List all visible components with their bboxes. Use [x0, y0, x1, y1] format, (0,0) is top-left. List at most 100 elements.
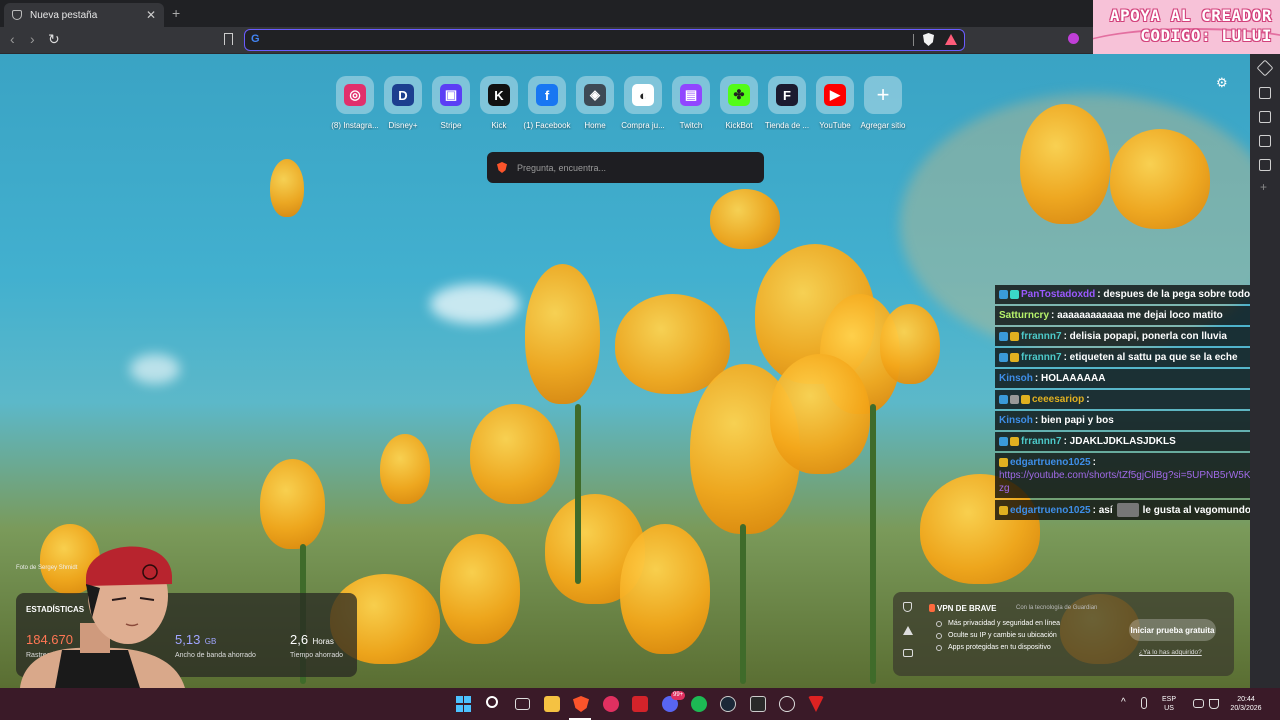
top-site-icon-tile[interactable]: ▤ — [672, 76, 710, 114]
shield-icon[interactable] — [903, 602, 912, 612]
chat-message-text: : HOLAAAAAA — [1034, 373, 1106, 384]
chat-message: edgartrueno1025: así le gusta al vagomund… — [995, 500, 1280, 520]
tab-nueva-pestana[interactable]: Nueva pestaña ✕ — [4, 3, 164, 27]
vpn-powered-by: Con la tecnología de Guardian — [1016, 605, 1098, 611]
region-code: US — [1164, 705, 1174, 712]
top-site-icon-tile[interactable]: ◎ — [336, 76, 374, 114]
chat-username: frrannn7 — [1021, 436, 1062, 447]
epic-games-icon[interactable] — [750, 696, 766, 712]
top-site-tile[interactable]: f (1) Facebook — [523, 76, 571, 130]
top-site-tile[interactable]: ▣ Stripe — [430, 76, 472, 130]
start-trial-button[interactable]: Iniciar prueba gratuita — [1129, 619, 1216, 641]
chat-link[interactable]: https://youtube.com/shorts/tZf5gjCilBg?s… — [999, 470, 1272, 494]
already-purchased-link[interactable]: ¿Ya lo has adquirido? — [1139, 649, 1202, 656]
add-sidebar-item-icon[interactable]: + — [1260, 180, 1267, 194]
media-icon[interactable] — [1259, 87, 1271, 99]
search-input[interactable] — [517, 162, 747, 173]
extension-icon[interactable] — [1068, 33, 1079, 44]
windows-start-icon[interactable] — [456, 696, 471, 712]
address-separator — [913, 34, 914, 46]
home-icon: ◈ — [584, 84, 606, 106]
blur-flower-white — [130, 354, 180, 384]
adobe-icon[interactable] — [632, 696, 648, 712]
top-site-icon-tile[interactable]: ✤ — [720, 76, 758, 114]
top-site-tile[interactable]: ◎ (8) Instagra... — [331, 76, 379, 130]
brave-shields-icon[interactable] — [923, 33, 934, 46]
customize-gear-icon[interactable]: ⚙ — [1216, 75, 1228, 91]
top-site-tile[interactable]: ▤ Twitch — [670, 76, 712, 130]
chat-badge-icon — [1010, 437, 1019, 446]
brave-browser-icon[interactable] — [573, 696, 589, 712]
address-bar[interactable]: G — [244, 29, 965, 51]
new-tab-button[interactable]: + — [172, 5, 180, 21]
clock-app-icon[interactable] — [779, 696, 795, 712]
language-indicator[interactable]: ESP US — [1162, 695, 1176, 713]
reading-list-icon[interactable] — [1259, 159, 1271, 171]
top-site-tile[interactable]: + Agregar sitio — [861, 76, 905, 130]
top-site-icon-tile[interactable]: ▣ — [432, 76, 470, 114]
brave-tab-icon — [12, 10, 22, 20]
bookmark-icon[interactable] — [224, 33, 233, 45]
forward-icon[interactable]: › — [30, 31, 35, 47]
chat-badge-icon — [999, 332, 1008, 341]
file-explorer-icon[interactable] — [544, 696, 560, 712]
back-icon[interactable]: ‹ — [10, 31, 15, 47]
banner-line-1: APOYA AL CREADOR — [1109, 6, 1272, 25]
show-hidden-icons-chevron[interactable]: ^ — [1121, 698, 1126, 708]
clock-time: 20:44 — [1237, 696, 1255, 703]
top-site-tile[interactable]: ◐ Compra ju... — [621, 76, 665, 130]
google-icon: G — [251, 33, 260, 45]
bookmarks-icon[interactable] — [1259, 135, 1271, 147]
store-icon: ◐ — [632, 84, 654, 106]
add-site-icon: + — [876, 82, 890, 107]
time-label: Tiempo ahorrado — [290, 652, 344, 659]
top-site-tile[interactable]: D Disney+ — [382, 76, 424, 130]
flower — [710, 189, 780, 249]
top-site-icon-tile[interactable]: + — [864, 76, 902, 114]
top-site-icon-tile[interactable]: ◐ — [624, 76, 662, 114]
steam-icon[interactable] — [720, 696, 736, 712]
volume-icon[interactable] — [1209, 699, 1219, 709]
valorant-icon[interactable] — [808, 696, 824, 712]
brave-rewards-icon[interactable] — [945, 34, 957, 45]
close-tab-icon[interactable]: ✕ — [146, 8, 156, 22]
top-site-icon-tile[interactable]: D — [384, 76, 422, 114]
microphone-icon[interactable] — [1141, 697, 1147, 709]
top-site-icon-tile[interactable]: ▶ — [816, 76, 854, 114]
system-clock[interactable]: 20:44 20/3/2026 — [1226, 695, 1266, 713]
chat-username: frrannn7 — [1021, 352, 1062, 363]
chat-message: Kinsoh: HOLAAAAAA — [995, 369, 1280, 388]
facebook-icon: f — [536, 84, 558, 106]
chat-message-text: : JDAKLJDKLASJDKLS — [1063, 436, 1176, 447]
top-site-tile[interactable]: ▶ YouTube — [814, 76, 856, 130]
chat-message: Kinsoh: bien papi y bos — [995, 411, 1280, 430]
top-site-tile[interactable]: F Tienda de ... — [765, 76, 809, 130]
top-site-icon-tile[interactable]: K — [480, 76, 518, 114]
search-box[interactable] — [487, 152, 764, 183]
chat-message: ceeesariop: — [995, 390, 1280, 409]
flower — [620, 524, 710, 654]
chat-message-text: : delisia popapi, ponerla con lluvia — [1063, 331, 1227, 342]
disney-icon: D — [392, 84, 414, 106]
leo-ai-icon[interactable] — [1256, 59, 1274, 77]
reload-icon[interactable]: ↻ — [48, 31, 60, 48]
search-icon[interactable] — [486, 696, 498, 708]
media-player-icon[interactable] — [603, 696, 619, 712]
network-icon[interactable] — [1193, 699, 1204, 708]
time-unit: Horas — [312, 637, 334, 646]
top-site-icon-tile[interactable]: F — [768, 76, 806, 114]
spotify-icon[interactable] — [691, 696, 707, 712]
talk-icon[interactable] — [903, 649, 913, 657]
check-icon — [936, 644, 942, 651]
vpn-widget: VPN DE BRAVE Con la tecnología de Guardi… — [893, 592, 1234, 676]
top-site-tile[interactable]: ✤ KickBot — [718, 76, 760, 130]
brave-lion-icon — [497, 162, 507, 173]
top-site-tile[interactable]: K Kick — [478, 76, 520, 130]
chat-message-text: : — [1092, 457, 1096, 468]
top-site-tile[interactable]: ◈ Home — [574, 76, 616, 130]
top-site-icon-tile[interactable]: ◈ — [576, 76, 614, 114]
wallet-icon[interactable] — [1259, 111, 1271, 123]
top-site-icon-tile[interactable]: f — [528, 76, 566, 114]
task-view-icon[interactable] — [515, 698, 530, 710]
rewards-icon[interactable] — [903, 626, 913, 635]
